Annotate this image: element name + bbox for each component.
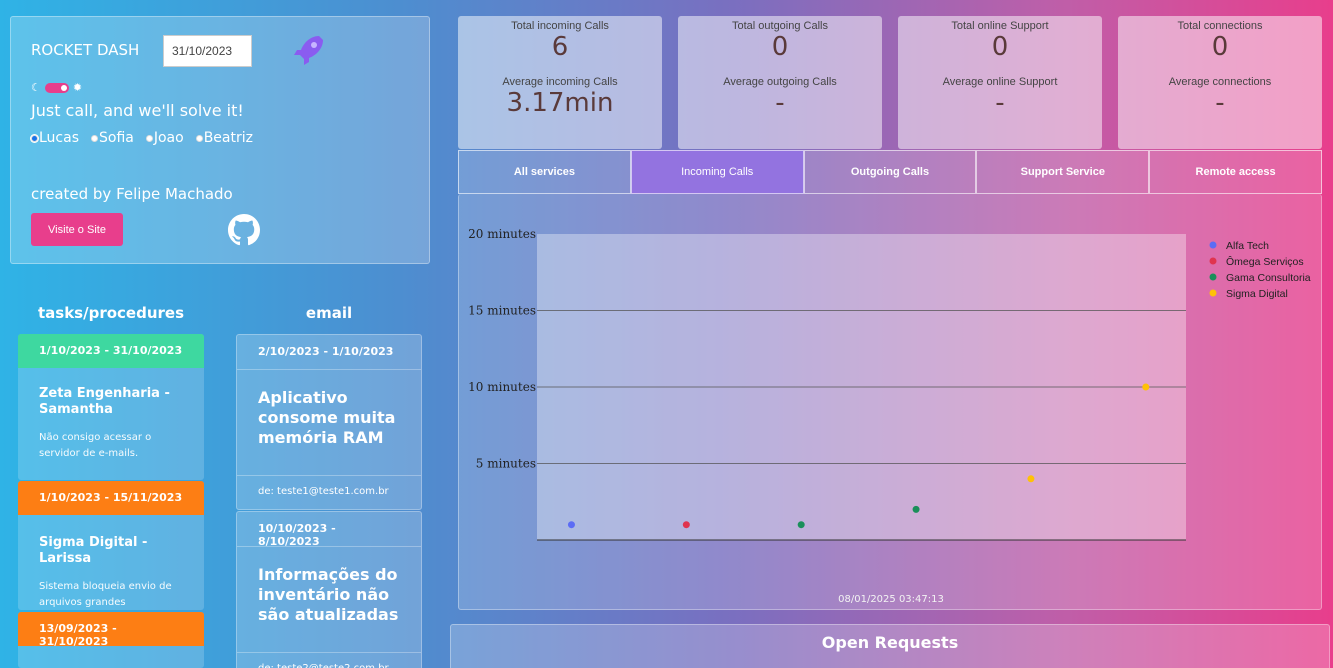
legend-label: Gama Consultoria xyxy=(1226,272,1311,284)
incoming-calls-chart: 5 minutes 10 minutes 15 minutes 20 minutes A… xyxy=(468,227,1311,541)
stat-avg-label: Average outgoing Calls xyxy=(723,76,837,88)
user-radio-joao[interactable]: Joao xyxy=(145,130,184,146)
visit-site-button[interactable]: Visite o Site xyxy=(31,213,123,246)
stat-avg-value: - xyxy=(775,88,785,118)
radio-dot[interactable] xyxy=(145,134,153,142)
theme-toggle[interactable] xyxy=(44,82,69,93)
stat-avg-label: Average online Support xyxy=(942,76,1058,88)
email-card[interactable]: 10/10/2023 - 8/10/2023 Informações do in… xyxy=(236,511,422,668)
email-from: de: teste2@teste2.com.br xyxy=(237,652,421,668)
tasks-title: tasks/procedures xyxy=(37,304,185,322)
radio-dot[interactable] xyxy=(91,134,98,142)
user-radio-label: Beatriz xyxy=(203,130,253,146)
user-radio-label: Sofia xyxy=(99,130,134,146)
stat-avg-label: Average incoming Calls xyxy=(502,76,618,88)
stat-value: 0 xyxy=(991,32,1009,62)
legend-marker xyxy=(1209,241,1217,249)
data-point xyxy=(1027,475,1035,483)
data-point xyxy=(912,505,920,513)
stat-label: Total connections xyxy=(1177,20,1263,32)
task-name: Zeta Engenharia - Samantha xyxy=(39,386,170,417)
y-tick-label: 15 minutes xyxy=(468,304,536,318)
legend-marker xyxy=(1209,289,1217,297)
task-card[interactable]: 1/10/2023 - 15/11/2023 Sigma Digital - L… xyxy=(18,481,204,610)
stat-label: Total incoming Calls xyxy=(511,20,609,32)
stat-label: Total online Support xyxy=(951,20,1049,32)
chart-panel: 5 minutes 10 minutes 15 minutes 20 minutes A… xyxy=(458,194,1322,610)
app-title: ROCKET DASH xyxy=(31,41,140,59)
open-requests-title: Open Requests xyxy=(821,633,959,652)
slogan: Just call, and we'll solve it! xyxy=(31,101,244,120)
user-radio-label: Joao xyxy=(153,130,184,146)
stat-card-online-support: Total online Support 0 Average online Su… xyxy=(898,16,1102,149)
tab-support-service[interactable]: Support Service xyxy=(976,150,1150,194)
user-radio-group: Lucas Sofia Joao Beatriz xyxy=(31,130,253,146)
legend-label: Sigma Digital xyxy=(1226,288,1288,300)
task-dates: 1/10/2023 - 15/11/2023 xyxy=(18,481,204,515)
user-radio-label: Lucas xyxy=(39,130,79,146)
task-dates: 1/10/2023 - 31/10/2023 xyxy=(18,334,204,368)
legend-label: Ômega Serviços xyxy=(1226,255,1304,268)
user-radio-beatriz[interactable]: Beatriz xyxy=(195,130,253,146)
service-tabs: All services Incoming Calls Outgoing Cal… xyxy=(458,150,1322,194)
rocket-icon xyxy=(294,36,323,65)
user-radio-lucas[interactable]: Lucas xyxy=(31,130,79,146)
stat-card-connections: Total connections 0 Average connections … xyxy=(1118,16,1322,149)
legend-label: Alfa Tech xyxy=(1226,240,1269,252)
stat-value: 6 xyxy=(551,32,569,62)
stat-value: 0 xyxy=(1211,32,1229,62)
created-by: created by Felipe Machado xyxy=(31,185,233,203)
tab-remote-access[interactable]: Remote access xyxy=(1149,150,1322,194)
open-requests-panel: Open Requests xyxy=(450,624,1330,668)
data-point xyxy=(567,521,575,529)
legend-marker xyxy=(1209,257,1217,265)
email-card[interactable]: 2/10/2023 - 1/10/2023 Aplicativo consome… xyxy=(236,334,422,510)
email-subject: Aplicativo consome muita memória RAM xyxy=(258,388,396,447)
stat-label: Total outgoing Calls xyxy=(731,20,828,32)
date-input[interactable]: 31/10/2023 xyxy=(163,35,252,67)
sun-icon: ✹ xyxy=(72,81,83,94)
task-card[interactable]: 1/10/2023 - 31/10/2023 Zeta Engenharia -… xyxy=(18,334,204,480)
theme-toggle-row: ☾ ✹ xyxy=(31,81,82,94)
data-point xyxy=(1142,383,1150,391)
email-dates: 2/10/2023 - 1/10/2023 xyxy=(237,335,421,370)
stat-avg-value: 3.17min xyxy=(506,88,614,118)
data-point xyxy=(797,521,805,529)
legend-marker xyxy=(1209,273,1217,281)
header-card: ROCKET DASH 31/10/2023 ☾ ✹ Just call, an… xyxy=(10,16,430,264)
task-desc: Não consigo acessar o servidor de e-mail… xyxy=(39,432,152,459)
stat-avg-value: - xyxy=(1215,88,1225,118)
tab-incoming-calls[interactable]: Incoming Calls xyxy=(630,150,804,194)
y-tick-label: 10 minutes xyxy=(468,380,536,394)
task-desc: Sistema bloqueia envio de arquivos grand… xyxy=(39,581,172,608)
radio-dot[interactable] xyxy=(31,134,38,142)
stat-card-incoming: Total incoming Calls 6 Average incoming … xyxy=(458,16,662,149)
email-title: email xyxy=(305,304,353,322)
github-icon[interactable] xyxy=(228,214,260,246)
stat-value: 0 xyxy=(771,32,789,62)
chart-timestamp: 08/01/2025 03:47:13 xyxy=(838,594,944,605)
user-radio-sofia[interactable]: Sofia xyxy=(91,130,134,146)
y-tick-label: 5 minutes xyxy=(476,457,536,471)
radio-dot[interactable] xyxy=(195,134,203,142)
task-card[interactable]: 13/09/2023 - 31/10/2023 xyxy=(18,612,204,668)
email-subject: Informações do inventário não são atuali… xyxy=(258,565,399,624)
y-tick-label: 20 minutes xyxy=(468,227,536,241)
stat-avg-value: - xyxy=(995,88,1005,118)
task-dates: 13/09/2023 - 31/10/2023 xyxy=(18,612,204,648)
email-dates: 10/10/2023 - 8/10/2023 xyxy=(237,512,421,548)
data-point xyxy=(682,521,690,529)
email-from: de: teste1@teste1.com.br xyxy=(237,475,421,509)
tab-outgoing-calls[interactable]: Outgoing Calls xyxy=(803,150,977,194)
moon-icon: ☾ xyxy=(31,81,41,94)
tab-all-services[interactable]: All services xyxy=(458,150,631,194)
stat-card-outgoing: Total outgoing Calls 0 Average outgoing … xyxy=(678,16,882,149)
task-name: Sigma Digital - Larissa xyxy=(39,535,148,566)
stat-avg-label: Average connections xyxy=(1168,76,1272,88)
